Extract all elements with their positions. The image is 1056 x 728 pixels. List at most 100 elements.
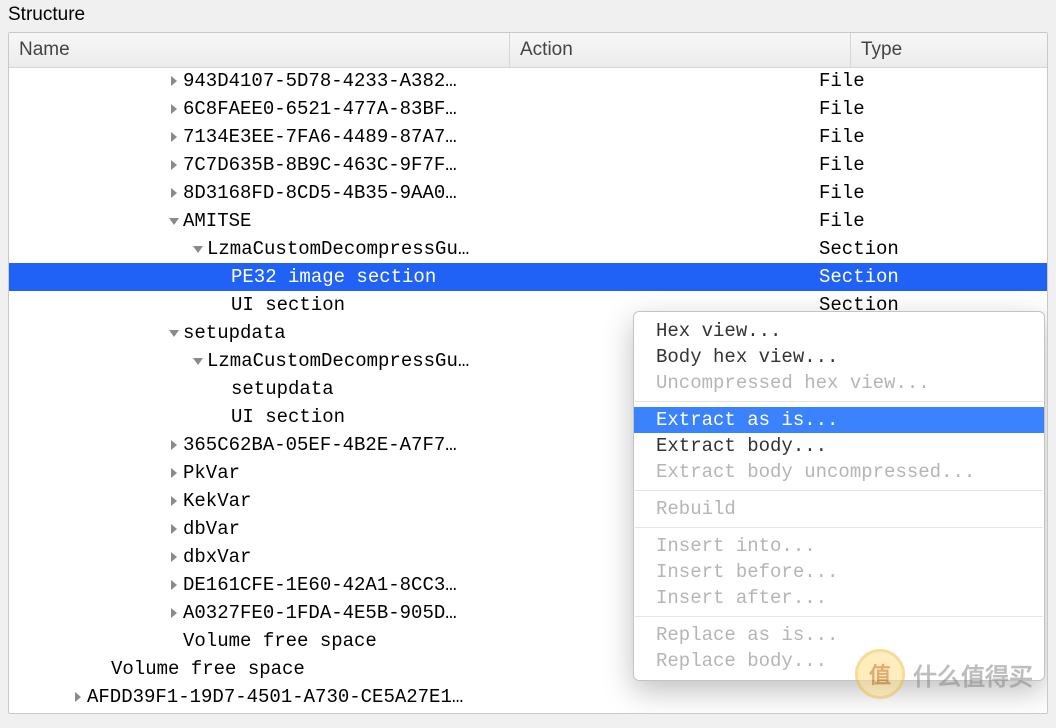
table-row[interactable]: AFDD39F1-19D7-4501-A730-CE5A27E1… <box>9 683 1047 711</box>
chevron-right-icon[interactable] <box>165 495 183 507</box>
chevron-down-icon[interactable] <box>165 216 183 226</box>
table-row[interactable]: LzmaCustomDecompressGu… Section <box>9 235 1047 263</box>
row-label: Volume free space <box>111 658 305 680</box>
row-label: KekVar <box>183 490 251 512</box>
table-row[interactable]: 7134E3EE-7FA6-4489-87A7… File <box>9 123 1047 151</box>
context-menu-item: Replace as is... <box>634 622 1044 648</box>
row-label: AFDD39F1-19D7-4501-A730-CE5A27E1… <box>87 686 463 708</box>
table-row[interactable]: AMITSE File <box>9 207 1047 235</box>
row-label: 943D4107-5D78-4233-A382… <box>183 70 457 92</box>
cell-name: setupdata <box>9 322 489 344</box>
context-menu-item[interactable]: Body hex view... <box>634 344 1044 370</box>
chevron-right-icon[interactable] <box>165 159 183 171</box>
chevron-right-icon[interactable] <box>165 579 183 591</box>
cell-type: Section <box>809 266 1047 288</box>
context-menu-item: Uncompressed hex view... <box>634 370 1044 396</box>
structure-tree: Name Action Type 943D4107-5D78-4233-A382… <box>8 32 1048 714</box>
cell-name: AFDD39F1-19D7-4501-A730-CE5A27E1… <box>9 686 489 708</box>
panel-title: Structure <box>0 0 1056 32</box>
context-menu-item[interactable]: Extract as is... <box>634 407 1044 433</box>
cell-name: LzmaCustomDecompressGu… <box>9 350 489 372</box>
cell-name: Volume free space <box>9 630 489 652</box>
cell-type: File <box>809 154 1047 176</box>
context-menu-separator <box>635 490 1043 491</box>
chevron-right-icon[interactable] <box>165 131 183 143</box>
row-label: 365C62BA-05EF-4B2E-A7F7… <box>183 434 457 456</box>
row-label: PkVar <box>183 462 240 484</box>
context-menu-separator <box>635 401 1043 402</box>
chevron-down-icon[interactable] <box>189 244 207 254</box>
cell-name: Volume free space <box>9 658 489 680</box>
context-menu-item: Insert after... <box>634 585 1044 611</box>
row-label: AMITSE <box>183 210 251 232</box>
table-header: Name Action Type <box>9 33 1047 68</box>
column-header-type[interactable]: Type <box>851 33 1047 67</box>
chevron-right-icon[interactable] <box>165 187 183 199</box>
row-label: setupdata <box>231 378 334 400</box>
column-header-name[interactable]: Name <box>9 33 510 67</box>
table-row[interactable]: 6C8FAEE0-6521-477A-83BF… File <box>9 95 1047 123</box>
chevron-right-icon[interactable] <box>165 607 183 619</box>
context-menu-item[interactable]: Hex view... <box>634 318 1044 344</box>
cell-name: setupdata <box>9 378 489 400</box>
row-label: UI section <box>231 294 345 316</box>
cell-name: A0327FE0-1FDA-4E5B-905D… <box>9 602 489 624</box>
table-row[interactable]: 943D4107-5D78-4233-A382… File <box>9 67 1047 95</box>
row-label: Volume free space <box>183 630 377 652</box>
cell-name: UI section <box>9 406 489 428</box>
row-label: setupdata <box>183 322 286 344</box>
context-menu: Hex view...Body hex view...Uncompressed … <box>633 311 1045 681</box>
chevron-right-icon[interactable] <box>165 467 183 479</box>
chevron-right-icon[interactable] <box>165 103 183 115</box>
context-menu-item: Insert before... <box>634 559 1044 585</box>
row-label: LzmaCustomDecompressGu… <box>207 350 469 372</box>
context-menu-separator <box>635 527 1043 528</box>
row-label: 6C8FAEE0-6521-477A-83BF… <box>183 98 457 120</box>
context-menu-item: Insert into... <box>634 533 1044 559</box>
cell-name: KekVar <box>9 490 489 512</box>
table-row[interactable]: PE32 image section Section <box>9 263 1047 291</box>
cell-name: 8D3168FD-8CD5-4B35-9AA0… <box>9 182 489 204</box>
chevron-right-icon[interactable] <box>165 551 183 563</box>
table-row[interactable]: 7C7D635B-8B9C-463C-9F7F… File <box>9 151 1047 179</box>
cell-name: 7134E3EE-7FA6-4489-87A7… <box>9 126 489 148</box>
table-row[interactable]: 8D3168FD-8CD5-4B35-9AA0… File <box>9 179 1047 207</box>
cell-name: LzmaCustomDecompressGu… <box>9 238 489 260</box>
cell-type: File <box>809 182 1047 204</box>
context-menu-item: Extract body uncompressed... <box>634 459 1044 485</box>
chevron-right-icon[interactable] <box>165 439 183 451</box>
row-label: DE161CFE-1E60-42A1-8CC3… <box>183 574 457 596</box>
row-label: dbVar <box>183 518 240 540</box>
chevron-right-icon[interactable] <box>165 523 183 535</box>
context-menu-item: Replace body... <box>634 648 1044 674</box>
cell-name: dbxVar <box>9 546 489 568</box>
row-label: dbxVar <box>183 546 251 568</box>
cell-type: File <box>809 98 1047 120</box>
context-menu-separator <box>635 616 1043 617</box>
row-label: PE32 image section <box>231 266 436 288</box>
row-label: 7134E3EE-7FA6-4489-87A7… <box>183 126 457 148</box>
cell-name: PkVar <box>9 462 489 484</box>
chevron-right-icon[interactable] <box>165 75 183 87</box>
context-menu-item[interactable]: Extract body... <box>634 433 1044 459</box>
row-label: A0327FE0-1FDA-4E5B-905D… <box>183 602 457 624</box>
cell-name: 7C7D635B-8B9C-463C-9F7F… <box>9 154 489 176</box>
cell-type: Section <box>809 238 1047 260</box>
cell-name: UI section <box>9 294 489 316</box>
cell-type: File <box>809 126 1047 148</box>
chevron-down-icon[interactable] <box>165 328 183 338</box>
cell-name: DE161CFE-1E60-42A1-8CC3… <box>9 574 489 596</box>
cell-type: File <box>809 210 1047 232</box>
row-label: 8D3168FD-8CD5-4B35-9AA0… <box>183 182 457 204</box>
chevron-right-icon[interactable] <box>69 691 87 703</box>
cell-type: File <box>809 70 1047 92</box>
cell-name: 6C8FAEE0-6521-477A-83BF… <box>9 98 489 120</box>
row-label: UI section <box>231 406 345 428</box>
chevron-down-icon[interactable] <box>189 356 207 366</box>
cell-name: AMITSE <box>9 210 489 232</box>
cell-name: PE32 image section <box>9 266 489 288</box>
row-label: LzmaCustomDecompressGu… <box>207 238 469 260</box>
cell-name: dbVar <box>9 518 489 540</box>
column-header-action[interactable]: Action <box>510 33 851 67</box>
cell-name: 943D4107-5D78-4233-A382… <box>9 70 489 92</box>
